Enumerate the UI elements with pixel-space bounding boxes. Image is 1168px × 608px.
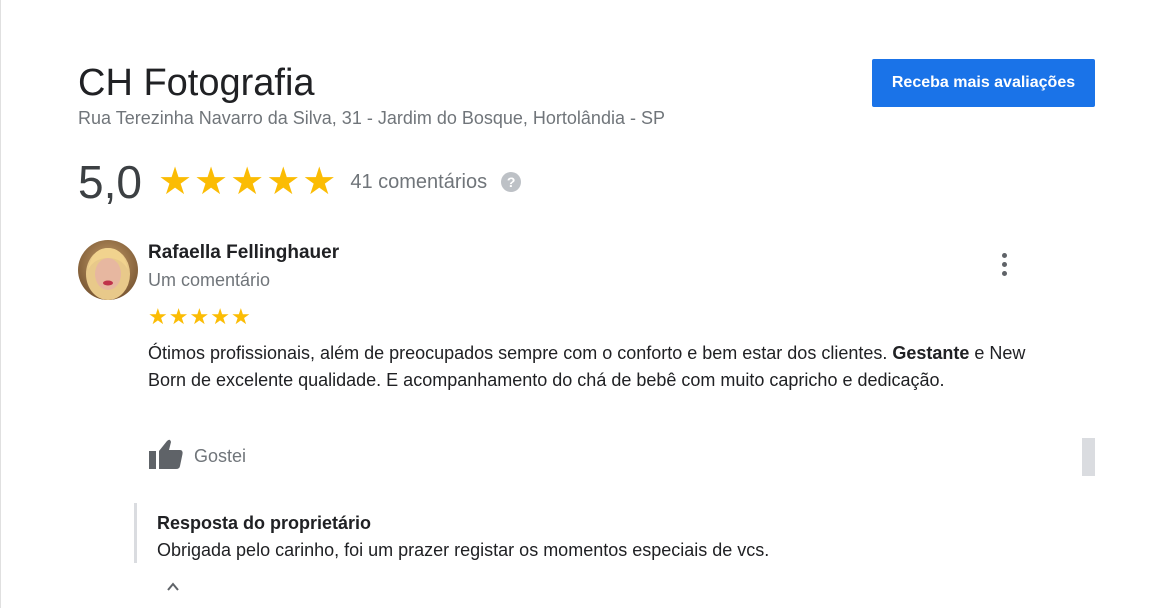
reviewer-name[interactable]: Rafaella Fellinghauer xyxy=(148,241,339,265)
scrollbar-thumb[interactable] xyxy=(1082,438,1095,476)
rating-score: 5,0 xyxy=(78,156,142,208)
thumbs-up-icon[interactable] xyxy=(148,438,184,475)
star-icon: ★ xyxy=(230,161,265,203)
star-icon: ★ xyxy=(168,304,189,329)
partial-icon xyxy=(166,578,180,596)
star-icon: ★ xyxy=(266,161,301,203)
star-icon: ★ xyxy=(194,161,229,203)
owner-reply-text: Obrigada pelo carinho, foi um prazer reg… xyxy=(157,540,770,560)
star-icon: ★ xyxy=(230,304,251,329)
like-label: Gostei xyxy=(194,446,247,466)
like-button[interactable]: Gostei xyxy=(148,438,246,475)
star-icon: ★ xyxy=(189,304,210,329)
review-count[interactable]: 41 comentários xyxy=(350,171,487,194)
get-more-reviews-button[interactable]: Receba mais avaliações xyxy=(872,59,1095,107)
business-address: Rua Terezinha Navarro da Silva, 31 - Jar… xyxy=(78,108,665,128)
owner-reply-title: Resposta do proprietário xyxy=(157,513,372,533)
rating-summary: 5,0 ★ ★ ★ ★ ★ 41 comentários ? xyxy=(78,152,522,212)
more-vert-icon[interactable] xyxy=(991,248,1017,280)
star-icon: ★ xyxy=(302,161,337,203)
review-text-bold: Gestante xyxy=(892,343,970,363)
star-icon: ★ xyxy=(157,161,193,203)
star-icon: ★ xyxy=(210,304,230,329)
rating-stars: ★ ★ ★ ★ ★ xyxy=(158,162,336,202)
business-name: CH Fotografia xyxy=(78,62,315,104)
reviewer-review-count: Um comentário xyxy=(148,270,271,290)
review-text: Ótimos profissionais, além de preocupado… xyxy=(148,340,1058,394)
review-text-part: Ótimos profissionais, além de preocupado… xyxy=(148,343,893,363)
review-stars: ★ ★ ★ ★ ★ xyxy=(148,304,251,330)
star-icon: ★ xyxy=(148,304,168,329)
help-circle-icon[interactable]: ? xyxy=(501,172,522,192)
reviewer-avatar[interactable] xyxy=(78,240,138,300)
owner-reply: Resposta do proprietário Obrigada pelo c… xyxy=(134,503,1037,563)
